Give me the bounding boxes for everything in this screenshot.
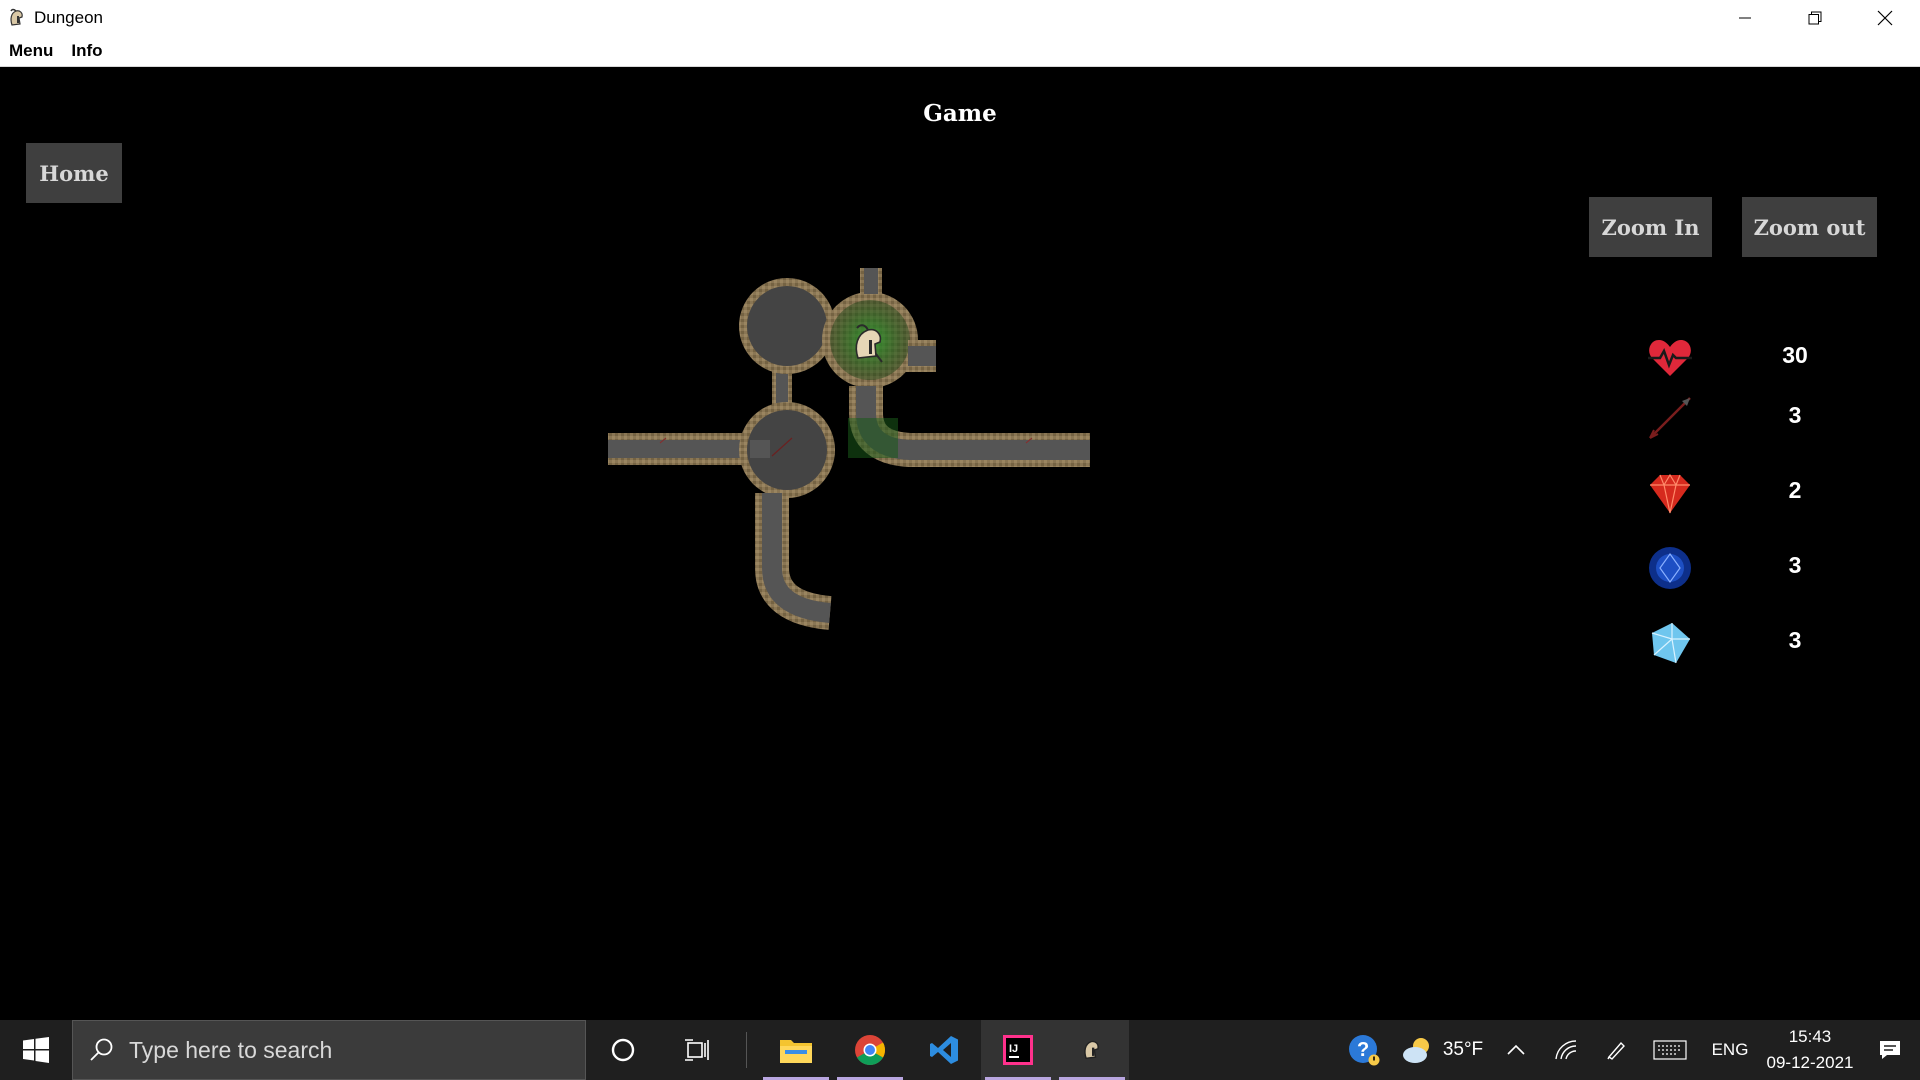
folder-icon (780, 1040, 812, 1063)
taskbar-dungeon-app[interactable] (1055, 1020, 1129, 1080)
corridor-east (848, 386, 1090, 467)
corridor-west (608, 433, 758, 465)
stat-diamonds: 3 (1640, 613, 1840, 673)
menu-menu[interactable]: Menu (0, 41, 62, 61)
keyboard-icon (1653, 1040, 1687, 1060)
window-titlebar: Dungeon (0, 0, 1920, 36)
weather-cloud-sun-icon (1402, 1038, 1429, 1063)
diamonds-value: 3 (1788, 627, 1802, 653)
intellij-icon: IJ (1003, 1035, 1033, 1065)
system-tray: ? 35°F ENG 15:43 09-12-2021 (1336, 1020, 1920, 1080)
zoom-out-button[interactable]: Zoom out (1742, 197, 1877, 257)
notification-icon (1880, 1041, 1900, 1059)
help-icon: ? (1349, 1035, 1380, 1066)
weather-temp: 35°F (1442, 1039, 1484, 1060)
taskbar-search-box[interactable]: Type here to search (72, 1020, 586, 1080)
rubies-value: 2 (1788, 477, 1802, 503)
windows-logo-icon (23, 1037, 49, 1063)
close-button[interactable] (1850, 0, 1920, 36)
minimize-button[interactable] (1710, 0, 1780, 36)
arrow-icon (1649, 397, 1691, 439)
start-button[interactable] (0, 1020, 72, 1080)
health-value: 30 (1782, 342, 1808, 368)
game-title: Game (923, 100, 997, 127)
pen-icon (1607, 1041, 1625, 1060)
task-view-icon (685, 1039, 709, 1061)
dungeon-map[interactable] (600, 268, 1100, 668)
room-northwest (739, 278, 835, 418)
tray-network[interactable] (1540, 1020, 1592, 1080)
zoom-in-button[interactable]: Zoom In (1589, 197, 1712, 257)
restore-button[interactable] (1780, 0, 1850, 36)
taskbar-vscode[interactable] (907, 1020, 981, 1080)
sapphire-icon (1649, 547, 1691, 589)
stat-rubies: 2 (1640, 463, 1840, 523)
minimize-icon (1739, 17, 1751, 19)
taskbar-divider (746, 1032, 747, 1068)
menu-info[interactable]: Info (62, 41, 111, 61)
svg-text:IJ: IJ (1009, 1043, 1018, 1055)
clock-time: 15:43 (1788, 1027, 1832, 1046)
chrome-icon (855, 1035, 886, 1066)
tray-pen[interactable] (1592, 1020, 1640, 1080)
cortana-circle-icon (611, 1038, 635, 1062)
warrior-helmet-app-icon (10, 8, 23, 26)
taskbar-chrome[interactable] (833, 1020, 907, 1080)
warrior-helmet-icon (1084, 1040, 1099, 1060)
tray-keyboard[interactable] (1640, 1020, 1700, 1080)
vscode-icon (930, 1036, 958, 1064)
taskbar-intellij[interactable]: IJ (981, 1020, 1055, 1080)
window-title: Dungeon (34, 8, 104, 27)
language-indicator: ENG (1711, 1040, 1749, 1059)
svg-text:?: ? (1357, 1039, 1369, 1061)
search-placeholder: Type here to search (129, 1036, 333, 1063)
diamond-icon (1651, 623, 1690, 664)
arrows-value: 3 (1788, 402, 1802, 428)
restore-icon (1808, 11, 1822, 25)
tray-clock[interactable]: 15:43 09-12-2021 (1760, 1024, 1860, 1076)
tray-weather[interactable]: 35°F (1392, 1020, 1492, 1080)
tray-show-hidden[interactable] (1492, 1020, 1540, 1080)
cortana-button[interactable] (586, 1020, 660, 1080)
task-view-button[interactable] (660, 1020, 734, 1080)
heart-health-icon (1648, 340, 1692, 376)
room-west-junction (739, 402, 835, 498)
tray-help[interactable]: ? (1336, 1020, 1392, 1080)
game-area: Game Home Zoom In Zoom out 30 3 2 3 3 (0, 68, 1920, 1020)
wifi-icon (1555, 1040, 1577, 1060)
stat-arrows: 3 (1640, 388, 1840, 448)
clock-date: 09-12-2021 (1766, 1053, 1854, 1072)
stat-health: 30 (1640, 328, 1840, 388)
tray-language[interactable]: ENG (1700, 1020, 1760, 1080)
corridor-southwest (755, 493, 832, 630)
tray-notifications[interactable] (1860, 1020, 1920, 1080)
home-button[interactable]: Home (26, 143, 122, 203)
sapphires-value: 3 (1788, 552, 1802, 578)
room-current (822, 268, 936, 388)
ruby-icon (1650, 473, 1690, 514)
stat-sapphires: 3 (1640, 538, 1840, 598)
search-icon (90, 1038, 113, 1061)
chevron-up-icon (1507, 1044, 1525, 1055)
menubar: Menu Info (0, 36, 1920, 67)
close-icon (1877, 10, 1893, 26)
taskbar-file-explorer[interactable] (759, 1020, 833, 1080)
taskbar: Type here to search IJ ? 35°F ENG 15:43 … (0, 1020, 1920, 1080)
